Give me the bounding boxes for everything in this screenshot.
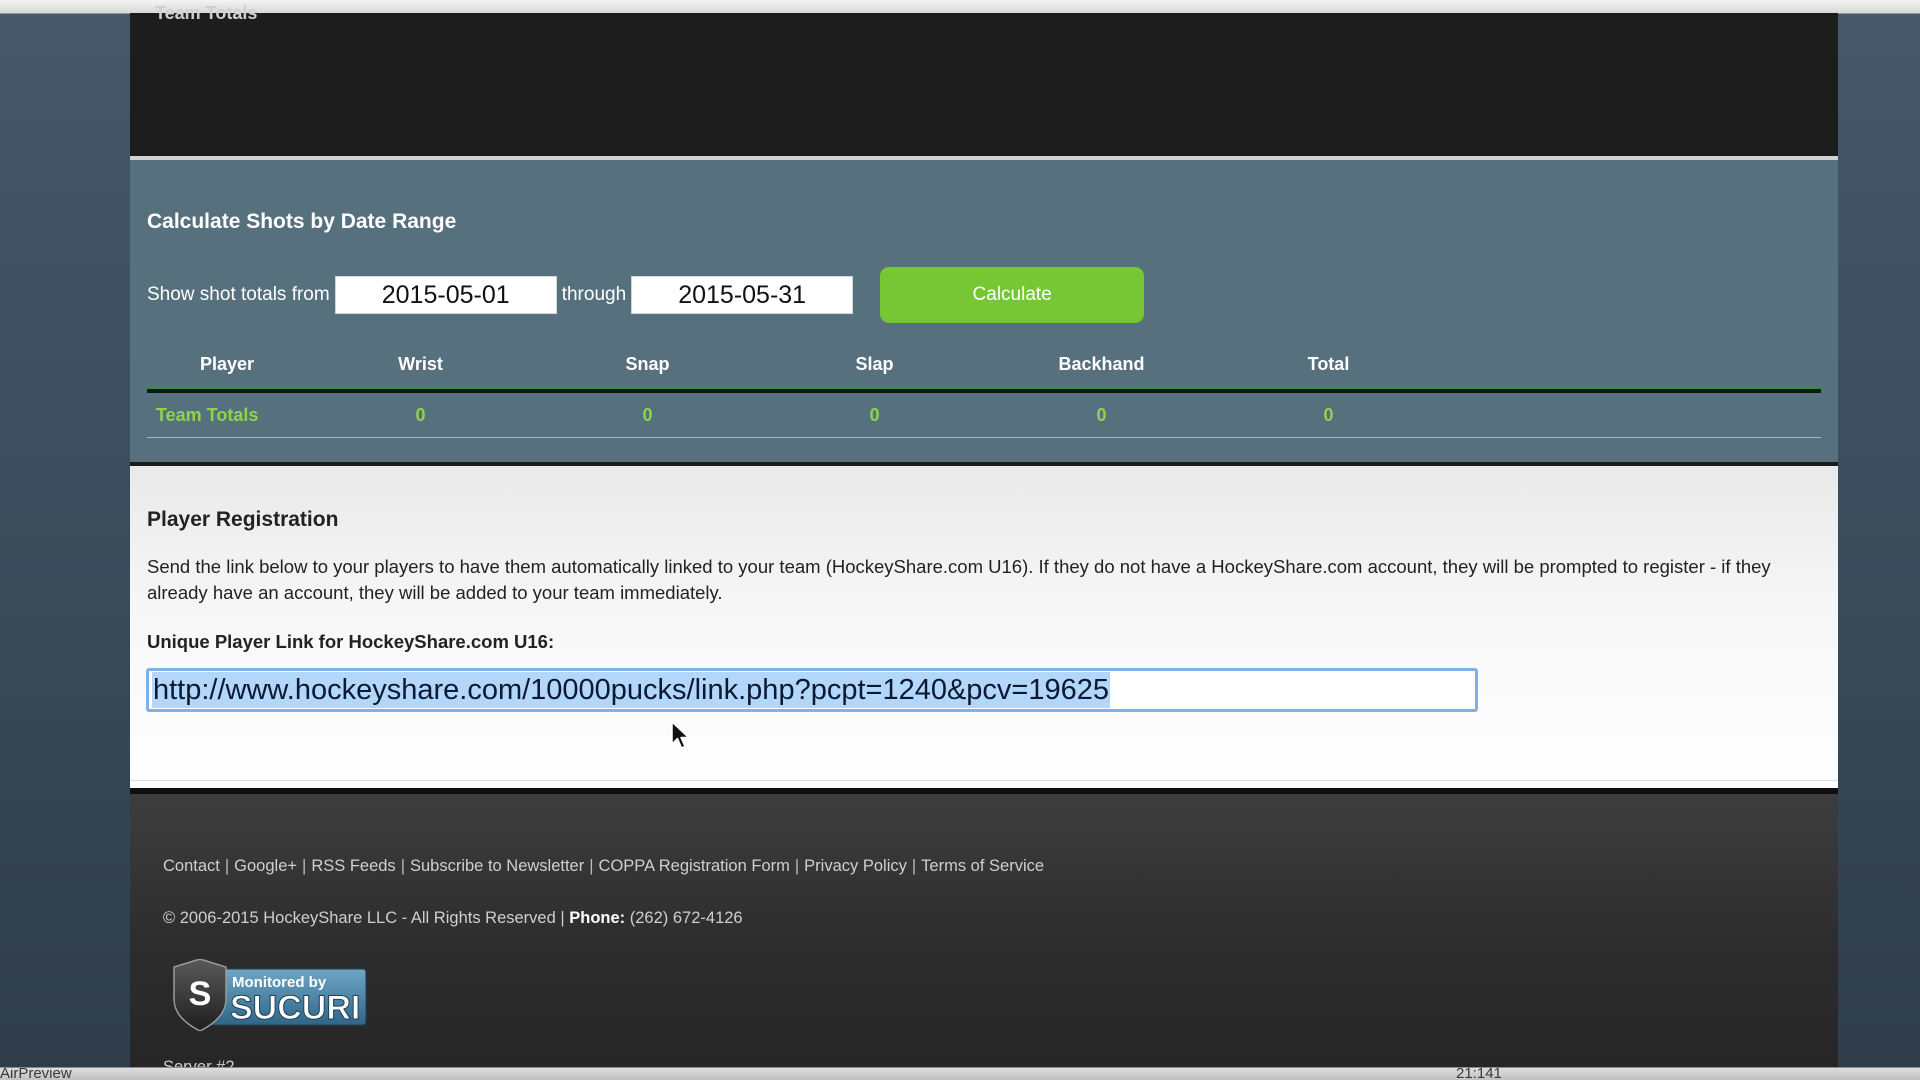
footer-links: Contact | Google+ | RSS Feeds | Subscribe to N… xyxy=(163,857,1044,876)
table-header-row: Player Wrist Snap Slap Backhand Total xyxy=(147,340,1821,393)
date-range-row: Show shot totals from through Calculate xyxy=(147,267,1145,323)
column-header-wrist: Wrist xyxy=(307,340,534,393)
backhand-total: 0 xyxy=(988,391,1215,438)
previous-stats-section: Team Totals xyxy=(130,3,1838,160)
calculate-button[interactable]: Calculate xyxy=(880,267,1145,323)
phone-number: (262) 672-4126 xyxy=(629,909,743,927)
desktop-background-left xyxy=(0,0,130,1080)
sucuri-badge-icon[interactable]: S Monitored by SUCURI xyxy=(170,959,370,1031)
footer-separator: | xyxy=(794,857,800,875)
status-bar: AirPreview 21:141 xyxy=(0,1067,1920,1080)
cut-off-team-totals-label: Team Totals xyxy=(155,3,258,23)
calculate-section-title: Calculate Shots by Date Range xyxy=(147,210,457,233)
team-totals-row: Team Totals 0 0 0 0 0 xyxy=(147,391,1821,438)
badge-letter: S xyxy=(189,975,212,1013)
registration-title: Player Registration xyxy=(147,508,339,531)
status-app-name: AirPreview xyxy=(0,1067,72,1080)
player-registration-section: Player Registration Send the link below … xyxy=(130,466,1838,794)
column-header-spacer xyxy=(1442,340,1821,393)
footer-link-contact[interactable]: Contact xyxy=(163,857,220,875)
column-header-total: Total xyxy=(1215,340,1442,393)
grand-total: 0 xyxy=(1215,391,1442,438)
page-footer: Contact | Google+ | RSS Feeds | Subscribe to N… xyxy=(130,794,1838,1076)
badge-brand: SUCURI xyxy=(230,989,360,1027)
footer-separator: | xyxy=(911,857,917,875)
mouse-cursor-icon xyxy=(671,721,690,749)
footer-separator: | xyxy=(400,857,405,875)
slap-total: 0 xyxy=(761,391,988,438)
footer-link-coppa[interactable]: COPPA Registration Form xyxy=(599,857,790,875)
from-date-input[interactable] xyxy=(334,276,557,314)
snap-total: 0 xyxy=(534,391,761,438)
browser-toolbar-edge xyxy=(0,0,1920,14)
copyright-line: © 2006-2015 HockeyShare LLC - All Rights… xyxy=(163,909,743,928)
copyright-text: © 2006-2015 HockeyShare LLC - All Rights… xyxy=(163,909,565,927)
footer-link-google-plus[interactable]: Google+ xyxy=(234,857,297,875)
player-link-label: Unique Player Link for HockeyShare.com U… xyxy=(147,631,555,652)
desktop-background-right xyxy=(1838,0,1920,1080)
footer-separator: | xyxy=(302,857,307,875)
shots-table: Player Wrist Snap Slap Backhand Total Te… xyxy=(147,340,1821,438)
range-prefix-label: Show shot totals from xyxy=(147,284,330,305)
column-header-player: Player xyxy=(147,340,307,393)
team-totals-label: Team Totals xyxy=(147,391,307,438)
column-header-snap: Snap xyxy=(534,340,761,393)
footer-link-terms[interactable]: Terms of Service xyxy=(921,857,1044,875)
calculate-shots-section: Calculate Shots by Date Range Show shot … xyxy=(130,160,1838,466)
to-date-input[interactable] xyxy=(631,276,854,314)
status-time: 21:141 xyxy=(1456,1067,1502,1080)
footer-separator: | xyxy=(224,857,230,875)
registration-description: Send the link below to your players to h… xyxy=(147,556,1771,603)
phone-label: Phone: xyxy=(569,909,626,927)
range-through-label: through xyxy=(561,284,627,305)
footer-separator: | xyxy=(589,857,594,875)
footer-link-privacy[interactable]: Privacy Policy xyxy=(804,857,907,875)
player-link-field[interactable]: http://www.hockeyshare.com/10000pucks/li… xyxy=(146,668,1478,712)
web-page: Team Totals Calculate Shots by Date Rang… xyxy=(130,3,1838,1076)
wrist-total: 0 xyxy=(307,391,534,438)
section-divider xyxy=(130,780,1838,781)
footer-link-rss[interactable]: RSS Feeds xyxy=(311,857,395,875)
spacer-cell xyxy=(1442,391,1821,438)
column-header-backhand: Backhand xyxy=(988,340,1215,393)
column-header-slap: Slap xyxy=(761,340,988,393)
player-link-text[interactable]: http://www.hockeyshare.com/10000pucks/li… xyxy=(152,672,1111,708)
footer-link-newsletter[interactable]: Subscribe to Newsletter xyxy=(410,857,584,875)
